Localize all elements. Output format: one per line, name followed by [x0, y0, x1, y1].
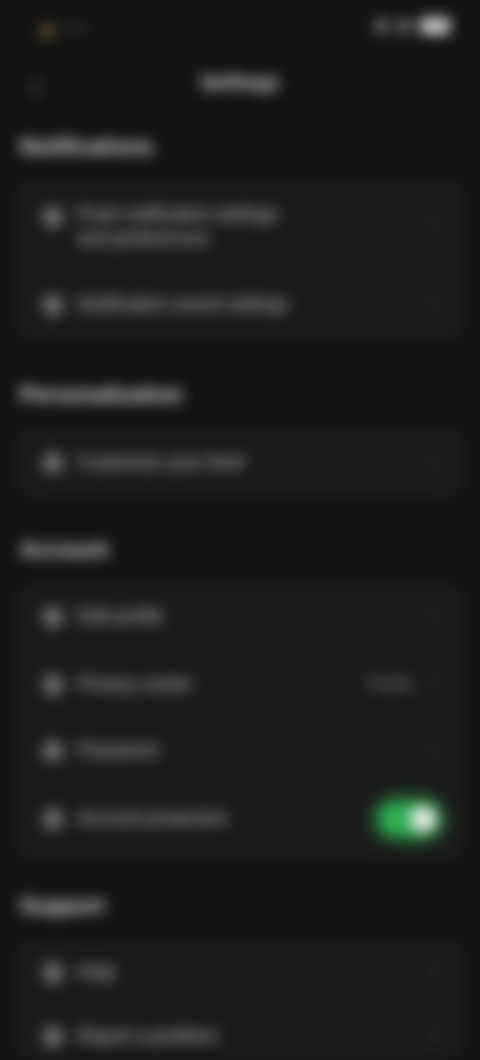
row-label: Privacy center	[78, 674, 193, 694]
row-label: Report a problem	[78, 1026, 218, 1046]
status-left-text: • • •	[60, 20, 86, 37]
row-label: Customize your feed	[78, 452, 244, 472]
user-icon	[44, 608, 62, 626]
page-title: Settings	[200, 72, 280, 94]
row-push-notifications[interactable]: Push notification settings and preferenc…	[16, 180, 464, 268]
sound-icon	[44, 296, 62, 314]
signal-icon	[376, 20, 388, 32]
row-password[interactable]: Password ›	[16, 718, 464, 784]
chevron-right-icon: ›	[431, 1024, 438, 1046]
battery-icon	[420, 18, 450, 34]
row-value: Public	[367, 674, 414, 693]
section-title-notifications: Notifications	[20, 134, 154, 159]
chevron-right-icon: ›	[431, 292, 438, 314]
row-label: Help	[78, 962, 116, 982]
toggle-knob	[410, 806, 436, 832]
status-icons	[376, 18, 450, 34]
section-title-account: Account	[20, 537, 108, 562]
chevron-right-icon: ›	[431, 450, 438, 472]
account-protection-toggle[interactable]	[378, 802, 440, 836]
section-title-support: Support	[20, 893, 105, 918]
row-privacy[interactable]: Privacy center Public ›	[16, 650, 464, 718]
row-label: Edit profile	[78, 606, 164, 626]
notification-dot-icon	[40, 24, 54, 38]
row-edit-profile[interactable]: Edit profile ›	[16, 584, 464, 650]
bell-icon	[44, 208, 62, 226]
help-icon	[44, 964, 62, 982]
row-help[interactable]: Help ›	[16, 940, 464, 1004]
chevron-right-icon: ›	[431, 210, 438, 232]
key-icon	[44, 742, 62, 760]
chevron-right-icon: ›	[431, 960, 438, 982]
wifi-icon	[398, 20, 410, 32]
personalization-card: Customize your feed ›	[16, 428, 464, 498]
row-label: Password	[78, 740, 158, 760]
account-card: Edit profile › Privacy center Public › P…	[16, 584, 464, 860]
chevron-right-icon: ›	[431, 604, 438, 626]
row-label: Notification sound settings	[78, 294, 289, 314]
header: ‹ Settings	[0, 60, 480, 116]
row-label: Account protection	[78, 808, 228, 828]
section-title-personalization: Personalization	[20, 382, 183, 407]
row-account-protection[interactable]: Account protection	[16, 784, 464, 854]
chevron-right-icon: ›	[431, 672, 438, 694]
notifications-card: Push notification settings and preferenc…	[16, 180, 464, 340]
status-bar: • • •	[0, 0, 480, 60]
chevron-right-icon: ›	[431, 738, 438, 760]
row-customize-feed[interactable]: Customize your feed ›	[16, 428, 464, 498]
lock-icon	[44, 676, 62, 694]
row-notification-sound[interactable]: Notification sound settings ›	[16, 276, 464, 336]
row-label: Push notification settings and preferenc…	[78, 204, 278, 248]
flag-icon	[44, 1028, 62, 1046]
feed-icon	[44, 454, 62, 472]
support-card: Help › Report a problem ›	[16, 940, 464, 1060]
settings-screen: • • • ‹ Settings Notifications Push noti…	[0, 0, 480, 1060]
shield-icon	[44, 810, 62, 828]
row-report-problem[interactable]: Report a problem ›	[16, 1006, 464, 1060]
